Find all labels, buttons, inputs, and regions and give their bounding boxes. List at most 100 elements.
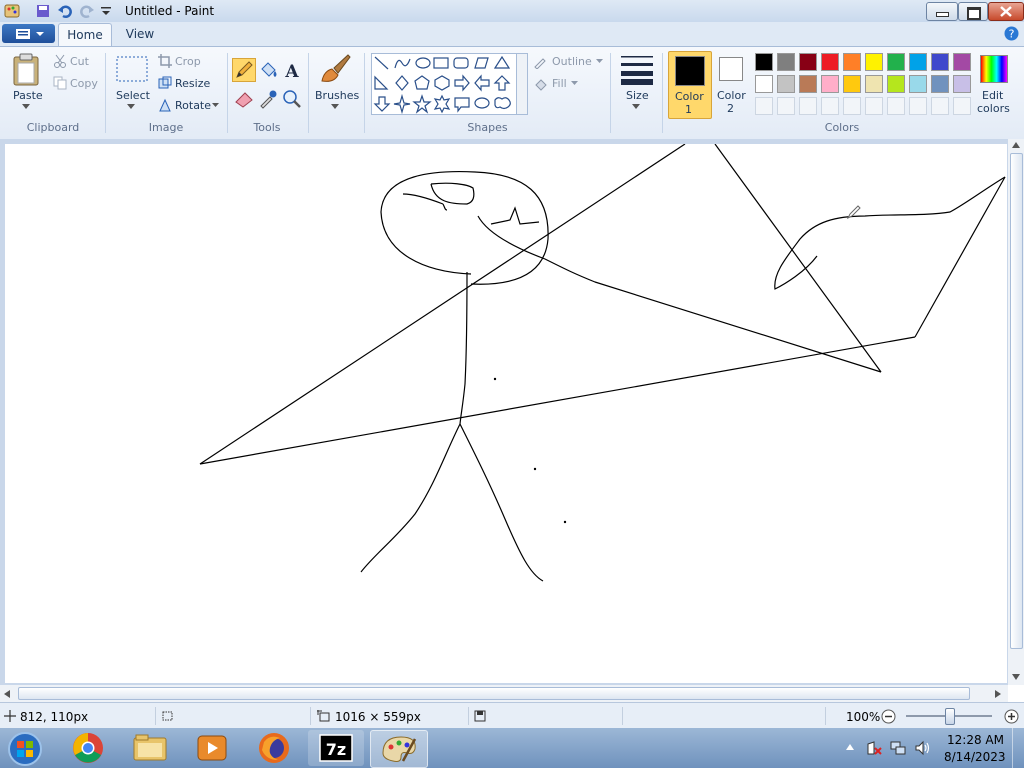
save-icon[interactable] [35, 3, 51, 19]
color2-selector[interactable]: Color 2 [712, 51, 752, 117]
magnifier-tool[interactable] [280, 87, 304, 111]
select-icon[interactable] [116, 56, 148, 82]
file-explorer-icon[interactable] [122, 730, 178, 766]
chevron-down-icon[interactable] [212, 103, 219, 107]
horizontal-scroll-thumb[interactable] [18, 687, 970, 700]
shapes-gallery-icons[interactable] [372, 54, 517, 115]
7zip-taskbar-button[interactable]: 7z [308, 730, 364, 766]
horizontal-scrollbar[interactable] [0, 685, 1008, 702]
show-desktop-button[interactable] [1012, 728, 1024, 768]
palette-custom-slot[interactable] [953, 97, 971, 115]
firefox-icon[interactable] [246, 730, 302, 766]
palette-custom-slot[interactable] [865, 97, 883, 115]
palette-color-swatch[interactable] [931, 75, 949, 93]
palette-color-swatch[interactable] [755, 53, 773, 71]
palette-color-swatch[interactable] [909, 53, 927, 71]
tab-home[interactable]: Home [58, 23, 112, 46]
show-hidden-icons-icon[interactable] [846, 744, 854, 750]
palette-custom-slot[interactable] [909, 97, 927, 115]
palette-custom-slot[interactable] [931, 97, 949, 115]
palette-custom-slot[interactable] [755, 97, 773, 115]
chevron-down-icon[interactable] [596, 59, 603, 63]
chevron-down-icon[interactable] [127, 104, 135, 109]
chevron-down-icon[interactable] [571, 81, 578, 85]
select-button[interactable]: Select [116, 89, 150, 102]
network-icon[interactable] [890, 740, 906, 756]
outline-dropdown[interactable]: Outline [552, 55, 592, 68]
color1-selector[interactable]: Color 1 [668, 51, 712, 119]
scroll-up-icon[interactable] [1012, 142, 1020, 148]
chevron-down-icon[interactable] [22, 104, 30, 109]
size-button[interactable]: Size [626, 89, 649, 102]
palette-color-swatch[interactable] [799, 75, 817, 93]
palette-custom-slot[interactable] [843, 97, 861, 115]
palette-color-swatch[interactable] [931, 53, 949, 71]
chevron-down-icon[interactable] [331, 104, 339, 109]
palette-color-swatch[interactable] [843, 53, 861, 71]
maximize-button[interactable] [958, 2, 988, 21]
palette-custom-slot[interactable] [777, 97, 795, 115]
paint-taskbar-button[interactable] [370, 730, 428, 768]
vertical-scroll-thumb[interactable] [1010, 153, 1023, 649]
chevron-down-icon[interactable] [632, 104, 640, 109]
close-button[interactable] [988, 2, 1024, 21]
palette-color-swatch[interactable] [777, 75, 795, 93]
resize-button[interactable]: Resize [175, 77, 210, 90]
palette-color-swatch[interactable] [821, 53, 839, 71]
size-icon[interactable] [620, 53, 654, 85]
file-menu-button[interactable] [2, 24, 55, 43]
crop-button[interactable]: Crop [175, 55, 201, 68]
minimize-button[interactable] [926, 2, 958, 21]
start-orb-icon[interactable] [4, 730, 46, 766]
fill-tool[interactable] [256, 58, 280, 82]
palette-color-swatch[interactable] [777, 53, 795, 71]
text-tool[interactable]: A [280, 58, 304, 82]
action-center-icon[interactable] [866, 740, 882, 756]
customize-quick-access-icon[interactable] [98, 3, 114, 19]
brush-icon[interactable] [318, 53, 352, 85]
zoom-in-icon[interactable] [1004, 709, 1019, 724]
palette-color-swatch[interactable] [755, 75, 773, 93]
eraser-tool[interactable] [232, 87, 256, 111]
palette-color-swatch[interactable] [865, 53, 883, 71]
shapes-scrollbar[interactable] [516, 53, 528, 115]
palette-color-swatch[interactable] [887, 53, 905, 71]
clock-date[interactable]: 8/14/2023 [944, 750, 1006, 764]
palette-custom-slot[interactable] [887, 97, 905, 115]
chrome-icon[interactable] [60, 730, 116, 766]
tab-view[interactable]: View [118, 23, 162, 45]
cut-button[interactable]: Cut [70, 55, 89, 68]
zoom-out-icon[interactable] [881, 709, 896, 724]
redo-icon[interactable] [79, 3, 95, 19]
palette-custom-slot[interactable] [821, 97, 839, 115]
volume-icon[interactable] [914, 740, 930, 756]
edit-colors-button[interactable]: Edit colors [976, 51, 1012, 117]
palette-color-swatch[interactable] [865, 75, 883, 93]
palette-custom-slot[interactable] [799, 97, 817, 115]
copy-button[interactable]: Copy [70, 77, 98, 90]
help-icon[interactable]: ? [1004, 26, 1019, 41]
paint-app-icon[interactable] [4, 3, 20, 19]
palette-color-swatch[interactable] [953, 75, 971, 93]
scroll-left-icon[interactable] [4, 690, 10, 698]
vertical-scrollbar[interactable] [1008, 139, 1024, 685]
media-player-icon[interactable] [184, 730, 240, 766]
clock-time[interactable]: 12:28 AM [947, 733, 1004, 747]
pencil-tool[interactable] [232, 58, 256, 82]
zoom-slider-thumb[interactable] [945, 708, 955, 725]
palette-color-swatch[interactable] [799, 53, 817, 71]
shapes-gallery[interactable] [371, 53, 518, 115]
palette-color-swatch[interactable] [953, 53, 971, 71]
palette-color-swatch[interactable] [821, 75, 839, 93]
undo-icon[interactable] [57, 3, 73, 19]
palette-color-swatch[interactable] [887, 75, 905, 93]
scroll-down-icon[interactable] [1012, 674, 1020, 680]
rotate-button[interactable]: Rotate [175, 99, 211, 112]
color-picker-tool[interactable] [256, 87, 280, 111]
paste-button[interactable]: Paste [13, 89, 43, 102]
scroll-right-icon[interactable] [995, 690, 1001, 698]
palette-color-swatch[interactable] [909, 75, 927, 93]
paste-icon[interactable] [12, 53, 42, 87]
fill-dropdown[interactable]: Fill [552, 77, 567, 90]
drawing-canvas[interactable] [5, 143, 1007, 683]
